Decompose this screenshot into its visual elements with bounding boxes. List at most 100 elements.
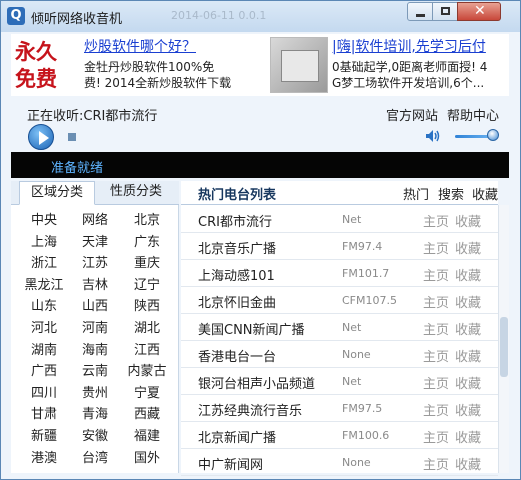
station-row[interactable]: 银河台相声小品频道 Net 主页 收藏: [181, 368, 498, 395]
station-favorite-link[interactable]: 收藏: [455, 238, 481, 257]
station-row[interactable]: 中广新闻网 None 主页 收藏: [181, 449, 498, 476]
region-item[interactable]: 台湾: [70, 447, 120, 466]
station-name[interactable]: 美国CNN新闻广播: [198, 319, 305, 338]
station-favorite-link[interactable]: 收藏: [455, 346, 481, 365]
region-item[interactable]: 海南: [70, 339, 120, 358]
volume-slider-knob[interactable]: [487, 129, 499, 141]
region-item[interactable]: 江西: [122, 339, 172, 358]
region-item[interactable]: 北京: [122, 209, 172, 228]
region-item[interactable]: 网络: [70, 209, 120, 228]
region-item[interactable]: 中央: [19, 209, 69, 228]
region-item[interactable]: 山东: [19, 295, 69, 314]
station-homepage-link[interactable]: 主页: [423, 238, 449, 257]
region-item[interactable]: 新疆: [19, 425, 69, 444]
play-button[interactable]: [28, 124, 54, 150]
region-item[interactable]: 重庆: [122, 252, 172, 271]
station-homepage-link[interactable]: 主页: [423, 346, 449, 365]
station-homepage-link[interactable]: 主页: [423, 319, 449, 338]
station-name[interactable]: CRI都市流行: [198, 211, 272, 230]
ad-left-title-link[interactable]: 炒股软件哪个好？: [84, 36, 196, 56]
station-favorite-link[interactable]: 收藏: [455, 373, 481, 392]
region-item[interactable]: 安徽: [70, 425, 120, 444]
region-item[interactable]: 辽宁: [122, 274, 172, 293]
region-item[interactable]: 宁夏: [122, 382, 172, 401]
region-item[interactable]: 广东: [122, 231, 172, 250]
volume-icon[interactable]: [425, 129, 441, 143]
ad-right-title-link[interactable]: |嗨|软件培训,先学习后付: [332, 36, 486, 56]
station-name[interactable]: 江苏经典流行音乐: [198, 400, 302, 419]
station-favorite-link[interactable]: 收藏: [455, 211, 481, 230]
station-name[interactable]: 北京新闻广播: [198, 427, 276, 446]
ad-banner[interactable]: 永久 免费 炒股软件哪个好？ 金牡丹炒股软件100%免 费! 2014全新炒股软…: [11, 34, 509, 96]
maximize-button[interactable]: [432, 2, 458, 21]
favorites-link[interactable]: 收藏: [472, 184, 498, 203]
close-button[interactable]: ✕: [457, 2, 501, 21]
region-item[interactable]: 港澳: [19, 447, 69, 466]
station-row[interactable]: 北京新闻广播 FM100.6 主页 收藏: [181, 422, 498, 449]
region-item[interactable]: 甘肃: [19, 403, 69, 422]
station-favorite-link[interactable]: 收藏: [455, 400, 481, 419]
search-link[interactable]: 搜索: [438, 184, 464, 203]
station-favorite-link[interactable]: 收藏: [455, 292, 481, 311]
station-homepage-link[interactable]: 主页: [423, 265, 449, 284]
region-item[interactable]: 广西: [19, 360, 69, 379]
region-item[interactable]: 内蒙古: [122, 360, 172, 379]
station-homepage-link[interactable]: 主页: [423, 292, 449, 311]
ad-right-line-1[interactable]: 0基础起学,0距离老师面授! 4: [332, 58, 487, 75]
station-homepage-link[interactable]: 主页: [423, 373, 449, 392]
station-homepage-link[interactable]: 主页: [423, 400, 449, 419]
region-item[interactable]: 青海: [70, 403, 120, 422]
title-bar[interactable]: Q 倾听网络收音机 2014-06-11 0.0.1 ✕: [1, 1, 520, 32]
ad-left-line-1[interactable]: 金牡丹炒股软件100%免: [84, 58, 214, 75]
station-row[interactable]: 美国CNN新闻广播 Net 主页 收藏: [181, 314, 498, 341]
region-item[interactable]: 西藏: [122, 403, 172, 422]
station-favorite-link[interactable]: 收藏: [455, 427, 481, 446]
station-favorite-link[interactable]: 收藏: [455, 454, 481, 473]
station-favorite-link[interactable]: 收藏: [455, 319, 481, 338]
region-item[interactable]: 河南: [70, 317, 120, 336]
station-name[interactable]: 上海动感101: [198, 265, 275, 284]
region-item[interactable]: 陕西: [122, 295, 172, 314]
region-item[interactable]: 上海: [19, 231, 69, 250]
station-name[interactable]: 中广新闻网: [198, 454, 263, 473]
station-homepage-link[interactable]: 主页: [423, 427, 449, 446]
station-favorite-link[interactable]: 收藏: [455, 265, 481, 284]
region-item[interactable]: 贵州: [70, 382, 120, 401]
hot-link[interactable]: 热门: [403, 184, 429, 203]
region-item[interactable]: 吉林: [70, 274, 120, 293]
station-list-scrollbar[interactable]: [498, 205, 509, 473]
station-name[interactable]: 香港电台一台: [198, 346, 276, 365]
minimize-button[interactable]: [407, 2, 433, 21]
station-row[interactable]: 北京音乐广播 FM97.4 主页 收藏: [181, 233, 498, 260]
region-item[interactable]: 四川: [19, 382, 69, 401]
region-item[interactable]: 山西: [70, 295, 120, 314]
tab-type[interactable]: 性质分类: [97, 181, 175, 205]
stop-button[interactable]: [68, 133, 76, 141]
region-item[interactable]: 河北: [19, 317, 69, 336]
station-row[interactable]: 北京怀旧金曲 CFM107.5 主页 收藏: [181, 287, 498, 314]
region-item[interactable]: 福建: [122, 425, 172, 444]
station-name[interactable]: 北京音乐广播: [198, 238, 276, 257]
station-row[interactable]: 上海动感101 FM101.7 主页 收藏: [181, 260, 498, 287]
region-item[interactable]: 天津: [70, 231, 120, 250]
station-name[interactable]: 北京怀旧金曲: [198, 292, 276, 311]
region-item[interactable]: 云南: [70, 360, 120, 379]
scrollbar-thumb[interactable]: [500, 317, 508, 377]
ad-free-badge[interactable]: 永久 免费: [15, 38, 73, 92]
region-item[interactable]: 黑龙江: [19, 274, 69, 293]
ad-right-line-2[interactable]: G梦工场软件开发培训,6个...: [332, 74, 484, 91]
region-item[interactable]: 国外: [122, 447, 172, 466]
ad-left-line-2[interactable]: 费! 2014全新炒股软件下载: [84, 74, 231, 91]
ad-photo[interactable]: [270, 37, 328, 93]
station-name[interactable]: 银河台相声小品频道: [198, 373, 315, 392]
station-homepage-link[interactable]: 主页: [423, 211, 449, 230]
station-row[interactable]: 香港电台一台 None 主页 收藏: [181, 341, 498, 368]
station-homepage-link[interactable]: 主页: [423, 454, 449, 473]
station-row[interactable]: CRI都市流行 Net 主页 收藏: [181, 206, 498, 233]
tab-region[interactable]: 区域分类: [19, 181, 95, 205]
station-row[interactable]: 江苏经典流行音乐 FM97.5 主页 收藏: [181, 395, 498, 422]
region-item[interactable]: 湖南: [19, 339, 69, 358]
region-item[interactable]: 浙江: [19, 252, 69, 271]
region-item[interactable]: 江苏: [70, 252, 120, 271]
region-item[interactable]: 湖北: [122, 317, 172, 336]
